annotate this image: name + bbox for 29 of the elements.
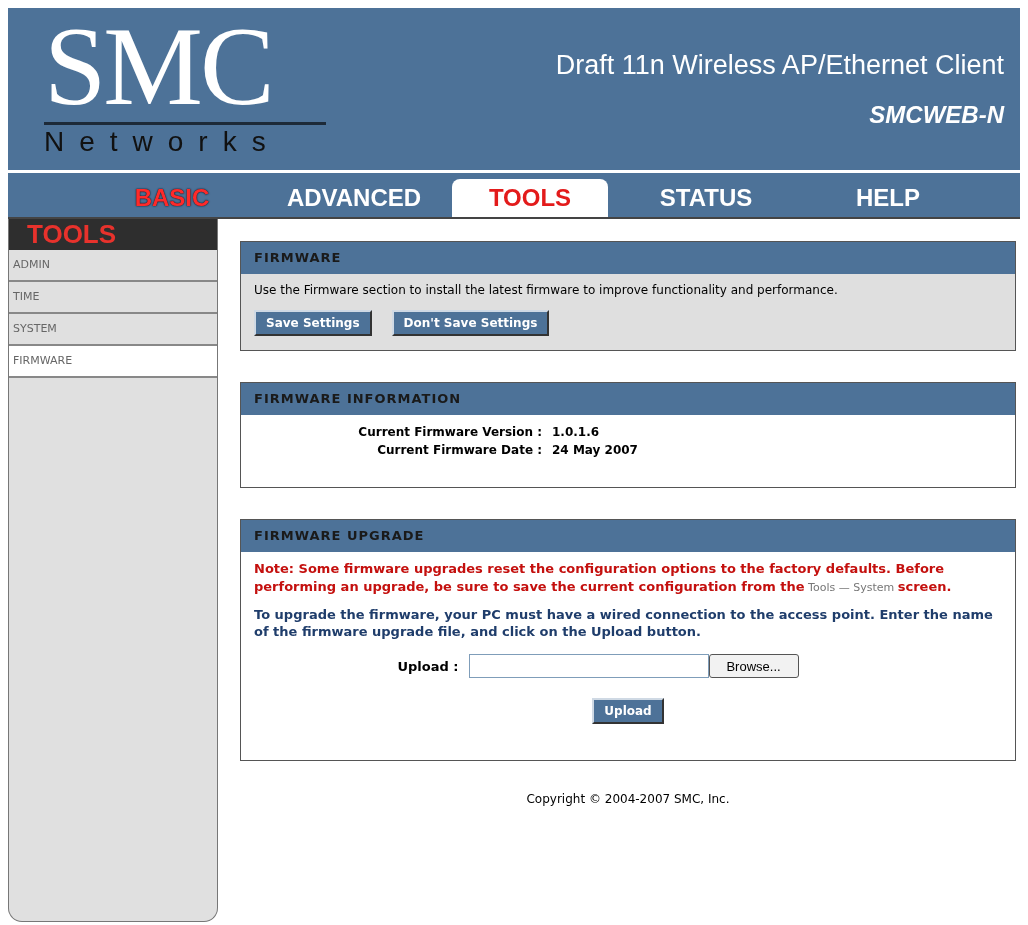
file-path-field[interactable]	[468, 654, 709, 678]
action-button[interactable]: Save Settings	[254, 310, 372, 336]
section-title: FIRMWARE INFORMATION	[241, 383, 1015, 415]
copyright-text: Copyright © 2004-2007 SMC, Inc.	[525, 792, 731, 806]
sidebar-title: TOOLS	[9, 219, 217, 250]
product-name: Draft 11n Wireless AP/Ethernet Client	[555, 50, 1004, 81]
browse-button[interactable]: Browse...	[708, 654, 799, 678]
warning-note: Note: Some firmware upgrades reset the configuration options to the factory defaults. Before performing an upgrade, be sure to save the current configuration from the Tools — System screen.	[254, 560, 953, 596]
field-value: 24 May 2007	[552, 443, 639, 457]
model-name: SMCWEB-N	[869, 101, 1004, 129]
section-title: FIRMWARE UPGRADE	[241, 520, 1015, 552]
action-button[interactable]: Don't Save Settings	[391, 310, 550, 336]
nav-tab[interactable]: TOOLS	[452, 179, 608, 217]
field-value: 1.0.1.6	[552, 425, 601, 439]
logo-subtitle: Networks	[44, 125, 282, 159]
nav-tab[interactable]: STATUS	[622, 179, 790, 217]
description-text: Use the Firmware section to install the latest firmware to improve functionality and performance.	[254, 282, 839, 299]
section-title: FIRMWARE	[241, 242, 1015, 274]
sidebar-item[interactable]: TIME	[9, 282, 217, 314]
upload-button[interactable]: Upload	[592, 698, 664, 724]
field-label: Current Firmware Date :	[376, 443, 542, 457]
instruction-text: To upgrade the firmware, your PC must have a wired connection to the access point. Enter the name of the firmware upgrade file, and click on the Upload button.	[254, 606, 994, 640]
nav-tab[interactable]: ADVANCED	[270, 179, 438, 217]
field-label: Current Firmware Version :	[357, 425, 542, 439]
logo-text: SMC	[44, 10, 326, 125]
field-label: Upload :	[397, 658, 459, 674]
sidebar-item[interactable]: ADMIN	[9, 250, 217, 282]
sidebar-item[interactable]: FIRMWARE	[9, 346, 217, 378]
nav-tab[interactable]: HELP	[804, 179, 972, 217]
